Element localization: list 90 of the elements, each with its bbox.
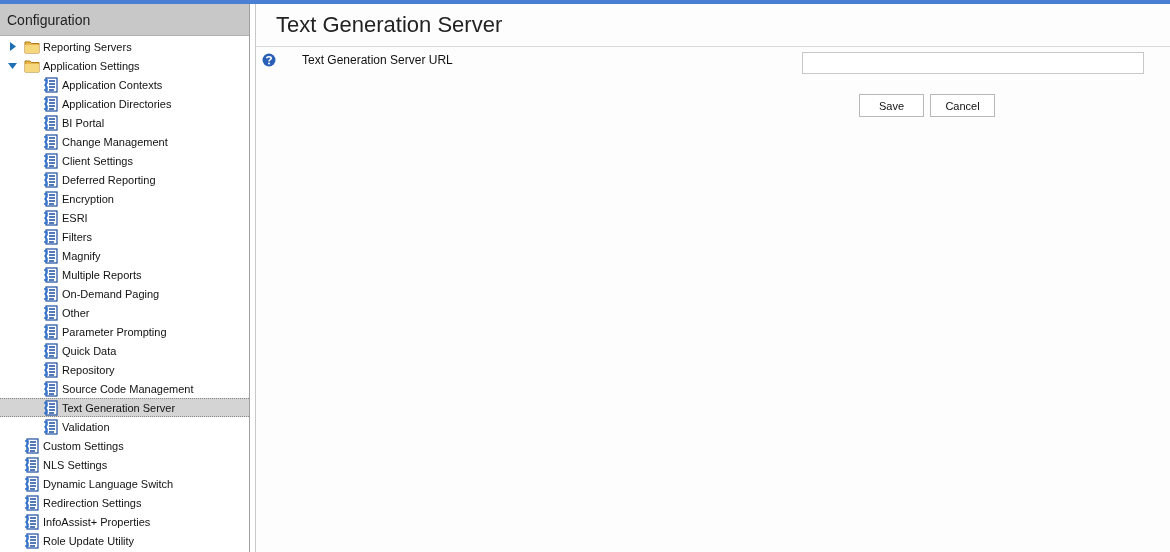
document-icon bbox=[43, 323, 59, 340]
tree-item[interactable]: Client Settings bbox=[0, 151, 249, 170]
document-icon bbox=[43, 190, 59, 207]
tree-item-label: Text Generation Server bbox=[62, 401, 176, 414]
document-icon bbox=[43, 95, 59, 112]
document-icon bbox=[43, 266, 59, 283]
help-icon[interactable] bbox=[262, 53, 276, 67]
tree-item[interactable]: Role Update Utility bbox=[0, 531, 249, 550]
tree-item[interactable]: Dynamic Language Switch bbox=[0, 474, 249, 493]
tree-item[interactable]: Text Generation Server bbox=[0, 398, 249, 417]
expand-arrow-icon[interactable] bbox=[8, 42, 17, 51]
tree-item[interactable]: Multiple Reports bbox=[0, 265, 249, 284]
tree-item[interactable]: Source Code Management bbox=[0, 379, 249, 398]
document-icon bbox=[43, 361, 59, 378]
document-icon bbox=[24, 494, 40, 511]
tree-item[interactable]: Quick Data bbox=[0, 341, 249, 360]
tree-item[interactable]: Reporting Servers bbox=[0, 37, 249, 56]
document-icon bbox=[43, 209, 59, 226]
tree-item-label: Encryption bbox=[62, 192, 114, 205]
document-icon bbox=[43, 114, 59, 131]
tree-item-label: Reporting Servers bbox=[43, 40, 132, 53]
tree-item-label: ESRI bbox=[62, 211, 88, 224]
folder-icon bbox=[24, 58, 40, 73]
document-icon bbox=[43, 399, 59, 416]
tree-item[interactable]: Application Settings bbox=[0, 56, 249, 75]
tree-item[interactable]: Parameter Prompting bbox=[0, 322, 249, 341]
url-input-field[interactable] bbox=[802, 52, 1144, 74]
collapse-arrow-icon[interactable] bbox=[8, 61, 17, 70]
document-icon bbox=[24, 532, 40, 549]
document-icon bbox=[43, 133, 59, 150]
document-icon bbox=[43, 418, 59, 435]
tree-item-label: Role Update Utility bbox=[43, 534, 135, 547]
tree-item[interactable]: On-Demand Paging bbox=[0, 284, 249, 303]
tree-item[interactable]: Encryption bbox=[0, 189, 249, 208]
tree-item-label: Change Management bbox=[62, 135, 168, 148]
document-icon bbox=[43, 228, 59, 245]
document-icon bbox=[24, 456, 40, 473]
tree-item[interactable]: Filters bbox=[0, 227, 249, 246]
tree-item[interactable]: Redirection Settings bbox=[0, 493, 249, 512]
tree-item-label: Dynamic Language Switch bbox=[43, 477, 174, 490]
tree-item-label: Validation bbox=[62, 420, 110, 433]
document-icon bbox=[43, 171, 59, 188]
page-title: Text Generation Server bbox=[276, 12, 503, 38]
tree-item[interactable]: Application Directories bbox=[0, 94, 249, 113]
tree-item[interactable]: Change Management bbox=[0, 132, 249, 151]
tree-item[interactable]: Repository bbox=[0, 360, 249, 379]
tree-item[interactable]: BI Portal bbox=[0, 113, 249, 132]
document-icon bbox=[24, 437, 40, 454]
tree-item[interactable]: InfoAssist+ Properties bbox=[0, 512, 249, 531]
document-icon bbox=[43, 152, 59, 169]
tree-item[interactable]: Other bbox=[0, 303, 249, 322]
tree-item[interactable]: Custom Settings bbox=[0, 436, 249, 455]
document-icon bbox=[43, 76, 59, 93]
tree-item-label: Redirection Settings bbox=[43, 496, 142, 509]
tree-item[interactable]: Application Contexts bbox=[0, 75, 249, 94]
tree-item-label: Parameter Prompting bbox=[62, 325, 167, 338]
tree-item[interactable]: NLS Settings bbox=[0, 455, 249, 474]
document-icon bbox=[43, 342, 59, 359]
tree-item[interactable]: Magnify bbox=[0, 246, 249, 265]
tree-item[interactable]: ESRI bbox=[0, 208, 249, 227]
save-button[interactable]: Save bbox=[859, 94, 924, 117]
tree-item-label: InfoAssist+ Properties bbox=[43, 515, 151, 528]
tree-item-label: Other bbox=[62, 306, 90, 319]
tree-item-label: Filters bbox=[62, 230, 92, 243]
field-label: Text Generation Server URL bbox=[302, 53, 454, 67]
tree-item-label: Magnify bbox=[62, 249, 101, 262]
tree-item-label: Client Settings bbox=[62, 154, 133, 167]
document-icon bbox=[43, 380, 59, 397]
tree-item[interactable]: Deferred Reporting bbox=[0, 170, 249, 189]
tree-item-label: Deferred Reporting bbox=[62, 173, 156, 186]
folder-icon bbox=[24, 39, 40, 54]
cancel-button[interactable]: Cancel bbox=[930, 94, 995, 117]
sidebar-title: Configuration bbox=[7, 11, 91, 28]
tree-item-label: Application Directories bbox=[62, 97, 172, 110]
document-icon bbox=[24, 513, 40, 530]
tree-item-label: NLS Settings bbox=[43, 458, 108, 471]
document-icon bbox=[43, 285, 59, 302]
document-icon bbox=[24, 475, 40, 492]
document-icon bbox=[43, 304, 59, 321]
tree-item-label: Repository bbox=[62, 363, 115, 376]
tree-item-label: Application Settings bbox=[43, 59, 140, 72]
document-icon bbox=[43, 247, 59, 264]
tree-item-label: Quick Data bbox=[62, 344, 117, 357]
tree-item-label: Source Code Management bbox=[62, 382, 194, 395]
tree-item-label: Application Contexts bbox=[62, 78, 163, 91]
tree-item-label: Custom Settings bbox=[43, 439, 124, 452]
tree-item-label: BI Portal bbox=[62, 116, 105, 129]
tree-item-label: On-Demand Paging bbox=[62, 287, 160, 300]
tree-item[interactable]: Validation bbox=[0, 417, 249, 436]
tree-item-label: Multiple Reports bbox=[62, 268, 142, 281]
